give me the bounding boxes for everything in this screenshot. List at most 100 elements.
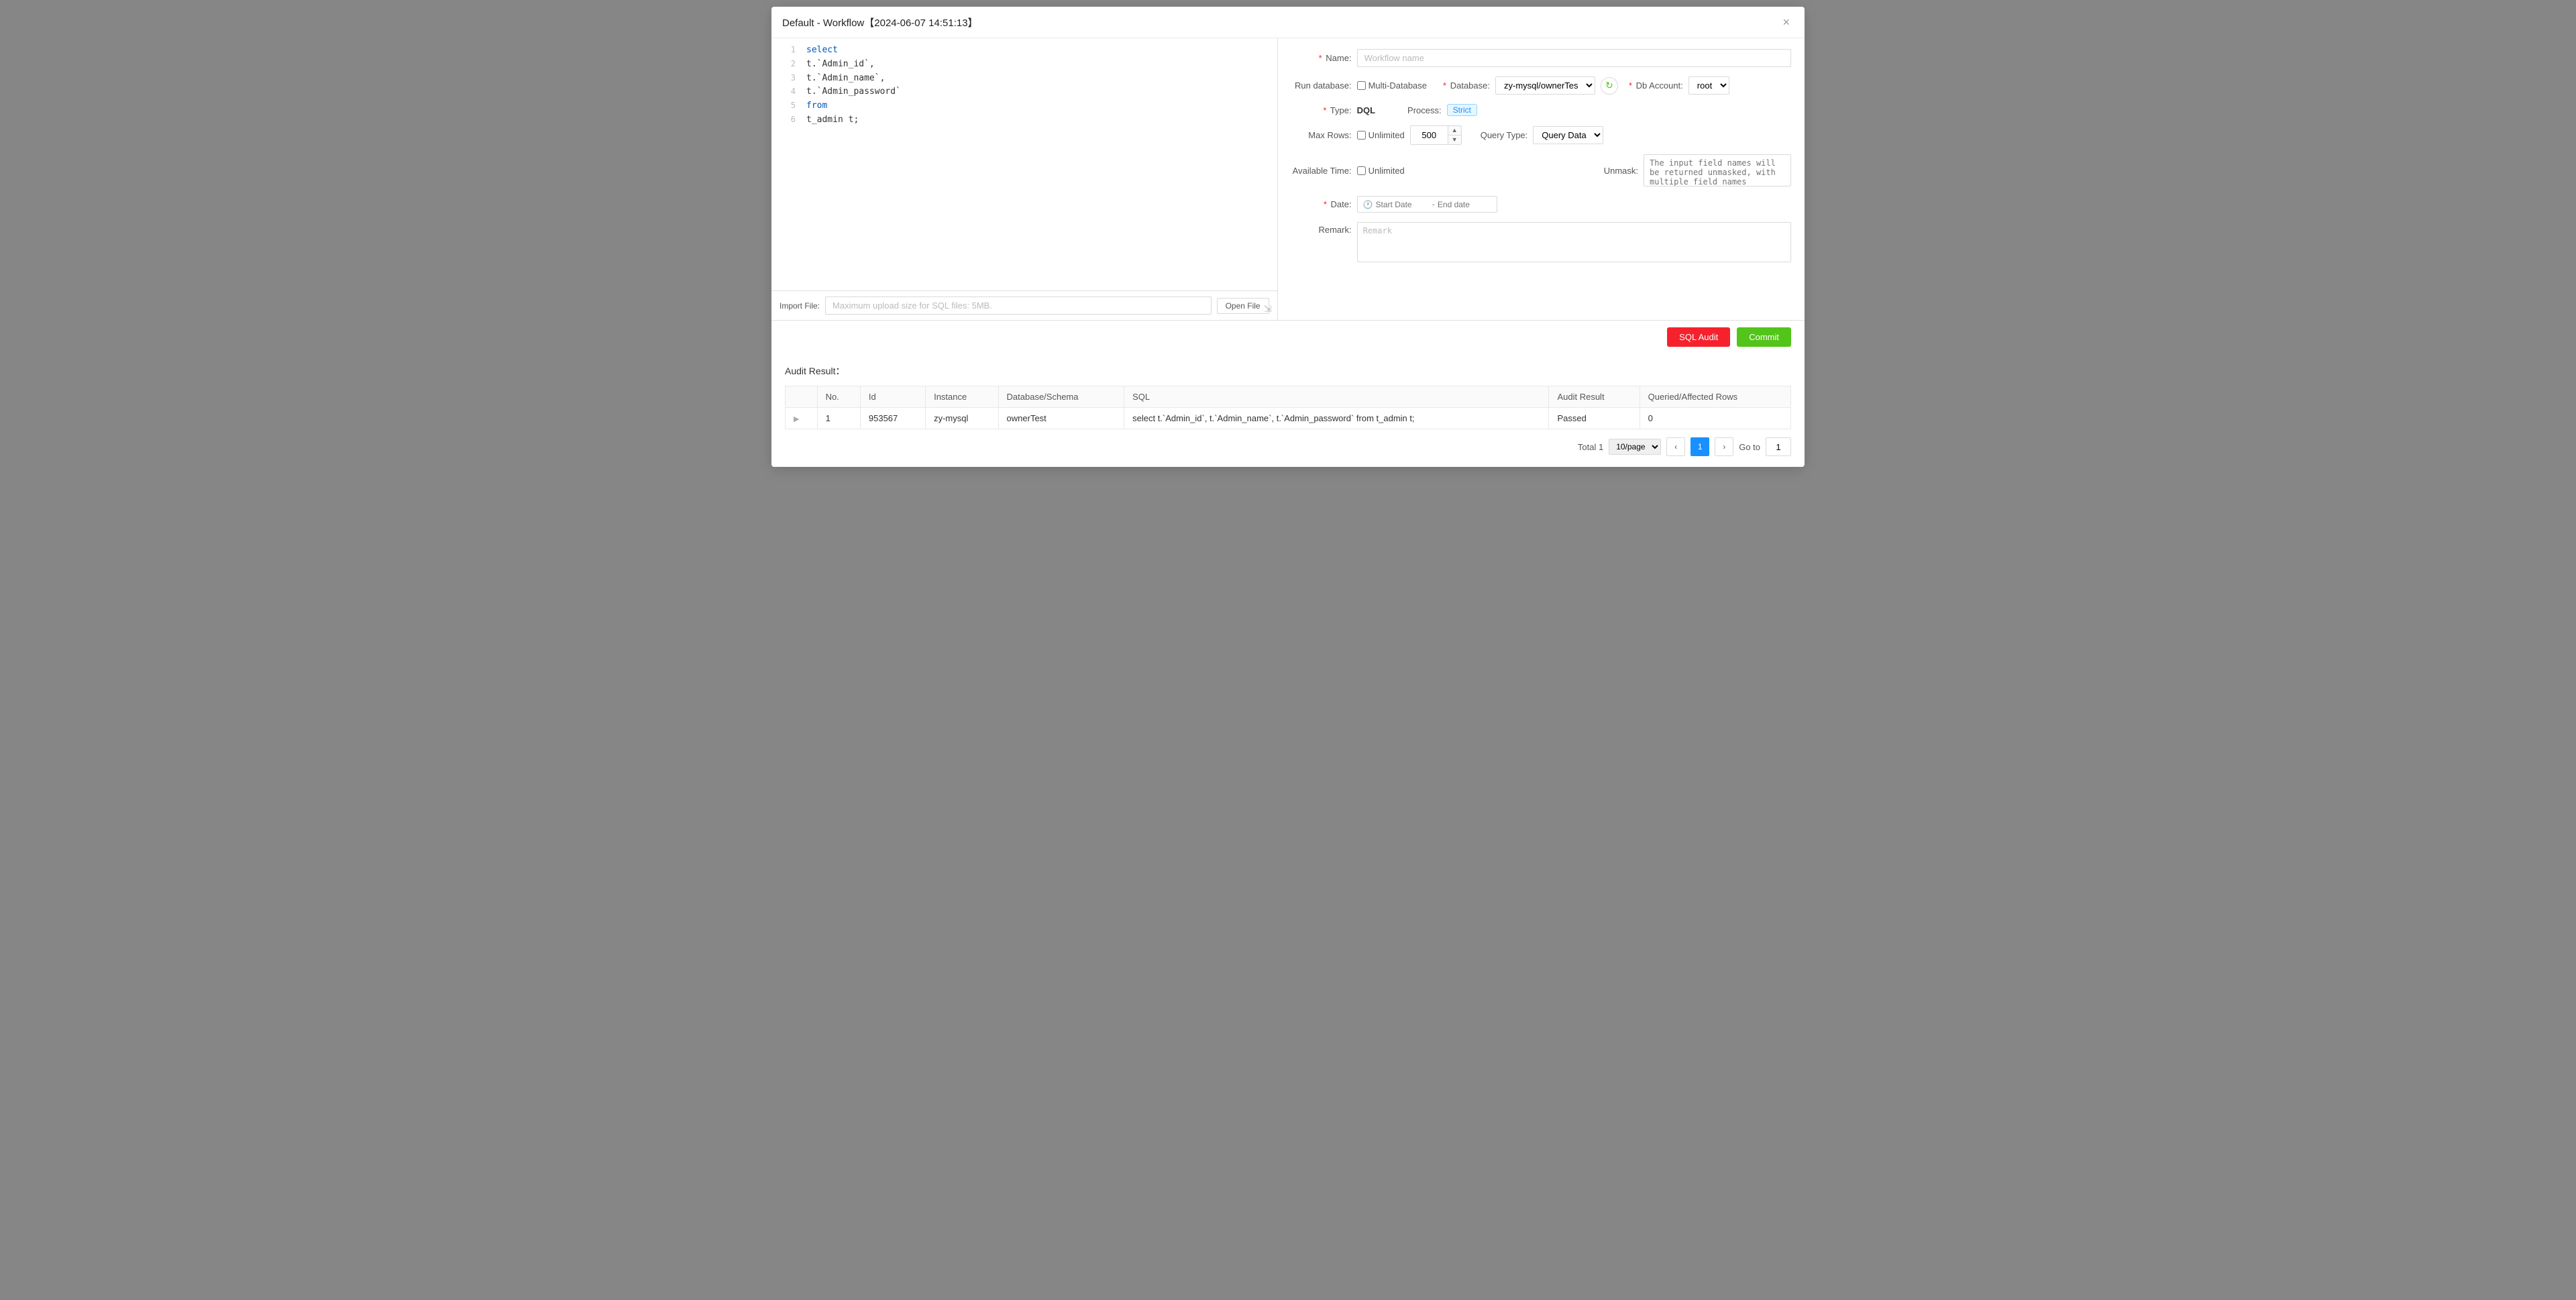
commit-button[interactable]: Commit [1737, 327, 1791, 347]
goto-page-input[interactable] [1766, 437, 1791, 456]
name-row: * Name: [1291, 49, 1791, 67]
code-line-4: 4 t.`Admin_password` [771, 85, 1277, 99]
line-number: 5 [780, 99, 796, 113]
max-rows-label: Max Rows: [1291, 130, 1352, 140]
next-page-button[interactable]: › [1715, 437, 1733, 456]
name-label: * Name: [1291, 53, 1352, 63]
line-number: 6 [780, 113, 796, 127]
database-row: Run database: Multi-Database * Database:… [1291, 76, 1791, 95]
prev-page-button[interactable]: ‹ [1666, 437, 1685, 456]
code-line-5: 5 from [771, 99, 1277, 113]
expand-icon[interactable]: ▶ [794, 415, 799, 423]
cell-instance: zy-mysql [926, 408, 998, 429]
col-id: Id [860, 386, 925, 408]
cell-affected-rows: 0 [1640, 408, 1790, 429]
line-number: 2 [780, 58, 796, 72]
code-keyword: select [806, 44, 838, 58]
spinner-buttons: ▲ ▼ [1448, 126, 1461, 144]
action-bar: SQL Audit Commit [771, 320, 1805, 354]
code-line-2: 2 t.`Admin_id`, [771, 58, 1277, 72]
audit-result-section: Audit Result： No. Id Instance Database/S… [771, 354, 1805, 467]
workflow-name-input[interactable] [1357, 49, 1791, 67]
col-affected-rows: Queried/Affected Rows [1640, 386, 1790, 408]
date-separator: - [1432, 199, 1435, 209]
required-star: * [1629, 80, 1632, 91]
available-time-label: Available Time: [1291, 166, 1352, 176]
run-database-label: Run database: [1291, 80, 1352, 91]
cell-schema: ownerTest [998, 408, 1124, 429]
cell-id: 953567 [860, 408, 925, 429]
process-label: Process: [1407, 105, 1442, 115]
max-rows-input[interactable] [1411, 127, 1448, 143]
audit-result-title: Audit Result： [785, 364, 1791, 378]
current-page-button[interactable]: 1 [1690, 437, 1709, 456]
available-unlimited-checkbox[interactable] [1357, 166, 1366, 175]
available-time-row: Available Time: Unlimited Unmask: [1291, 154, 1791, 186]
multi-database-checkbox[interactable] [1357, 81, 1366, 90]
db-account-select[interactable]: root [1688, 76, 1729, 95]
line-number: 4 [780, 85, 796, 99]
table-header-row: No. Id Instance Database/Schema SQL Audi… [786, 386, 1791, 408]
remark-label: Remark: [1291, 222, 1352, 235]
unlimited-checkbox[interactable] [1357, 131, 1366, 140]
type-label: * Type: [1291, 105, 1352, 115]
col-sql: SQL [1124, 386, 1549, 408]
remark-input[interactable] [1357, 222, 1791, 262]
required-star: * [1319, 53, 1322, 63]
code-line-1: 1 select [771, 44, 1277, 58]
cell-sql: select t.`Admin_id`, t.`Admin_name`, t.`… [1124, 408, 1549, 429]
modal-header: Default - Workflow【2024-06-07 14:51:13】 … [771, 7, 1805, 38]
code-field: t.`Admin_password` [806, 85, 901, 99]
form-panel: * Name: Run database: Multi-Database * D… [1278, 38, 1805, 320]
open-file-button[interactable]: Open File [1217, 298, 1269, 314]
type-value: DQL [1357, 105, 1375, 115]
available-unlimited-label[interactable]: Unlimited [1357, 166, 1405, 176]
resize-handle[interactable]: ⇲ [1264, 303, 1272, 315]
cell-audit-result: Passed [1549, 408, 1640, 429]
modal-body: 1 select 2 t.`Admin_id`, 3 t.`Admin_name… [771, 38, 1805, 320]
sql-audit-button[interactable]: SQL Audit [1667, 327, 1730, 347]
refresh-database-button[interactable]: ↻ [1601, 77, 1618, 95]
database-select[interactable]: zy-mysql/ownerTes [1495, 76, 1595, 95]
clock-icon: 🕐 [1363, 200, 1373, 209]
col-audit-result: Audit Result [1549, 386, 1640, 408]
unlimited-checkbox-label[interactable]: Unlimited [1357, 130, 1405, 140]
spinner-up-button[interactable]: ▲ [1448, 126, 1461, 136]
close-button[interactable]: × [1778, 15, 1794, 30]
col-no: No. [817, 386, 860, 408]
end-date-input[interactable] [1438, 200, 1491, 209]
code-field: t.`Admin_name`, [806, 72, 885, 86]
line-number: 1 [780, 44, 796, 58]
table-row: ▶ 1 953567 zy-mysql ownerTest select t.`… [786, 408, 1791, 429]
col-expand [786, 386, 818, 408]
required-star: * [1323, 105, 1326, 115]
required-star: * [1443, 80, 1446, 91]
import-file-row: Import File: Open File [771, 290, 1277, 320]
goto-label: Go to [1739, 442, 1760, 452]
database-label: Database: [1450, 80, 1490, 91]
unmask-input[interactable] [1644, 154, 1791, 186]
import-file-input[interactable] [825, 296, 1212, 315]
query-type-select[interactable]: Query Data [1533, 126, 1603, 144]
workflow-modal: Default - Workflow【2024-06-07 14:51:13】 … [771, 7, 1805, 467]
per-page-select[interactable]: 10/page 20/page 50/page [1609, 439, 1661, 455]
line-number: 3 [780, 72, 796, 86]
code-table: t_admin t; [806, 113, 859, 127]
spinner-down-button[interactable]: ▼ [1448, 136, 1461, 144]
cell-no: 1 [817, 408, 860, 429]
multi-database-checkbox-label[interactable]: Multi-Database [1357, 80, 1427, 91]
total-count: Total 1 [1578, 442, 1603, 452]
code-field: t.`Admin_id`, [806, 58, 875, 72]
date-range-picker[interactable]: 🕐 - [1357, 196, 1497, 213]
required-star: * [1324, 199, 1327, 209]
start-date-input[interactable] [1376, 200, 1430, 209]
import-file-label: Import File: [780, 301, 820, 311]
remark-row: Remark: [1291, 222, 1791, 262]
sql-editor[interactable]: 1 select 2 t.`Admin_id`, 3 t.`Admin_name… [771, 38, 1277, 290]
date-label: * Date: [1291, 199, 1352, 209]
max-rows-spinner: ▲ ▼ [1410, 125, 1462, 145]
modal-overlay: Default - Workflow【2024-06-07 14:51:13】 … [0, 0, 2576, 1300]
code-line-3: 3 t.`Admin_name`, [771, 72, 1277, 86]
date-row: * Date: 🕐 - [1291, 196, 1791, 213]
pagination-row: Total 1 10/page 20/page 50/page ‹ 1 › Go… [785, 437, 1791, 456]
